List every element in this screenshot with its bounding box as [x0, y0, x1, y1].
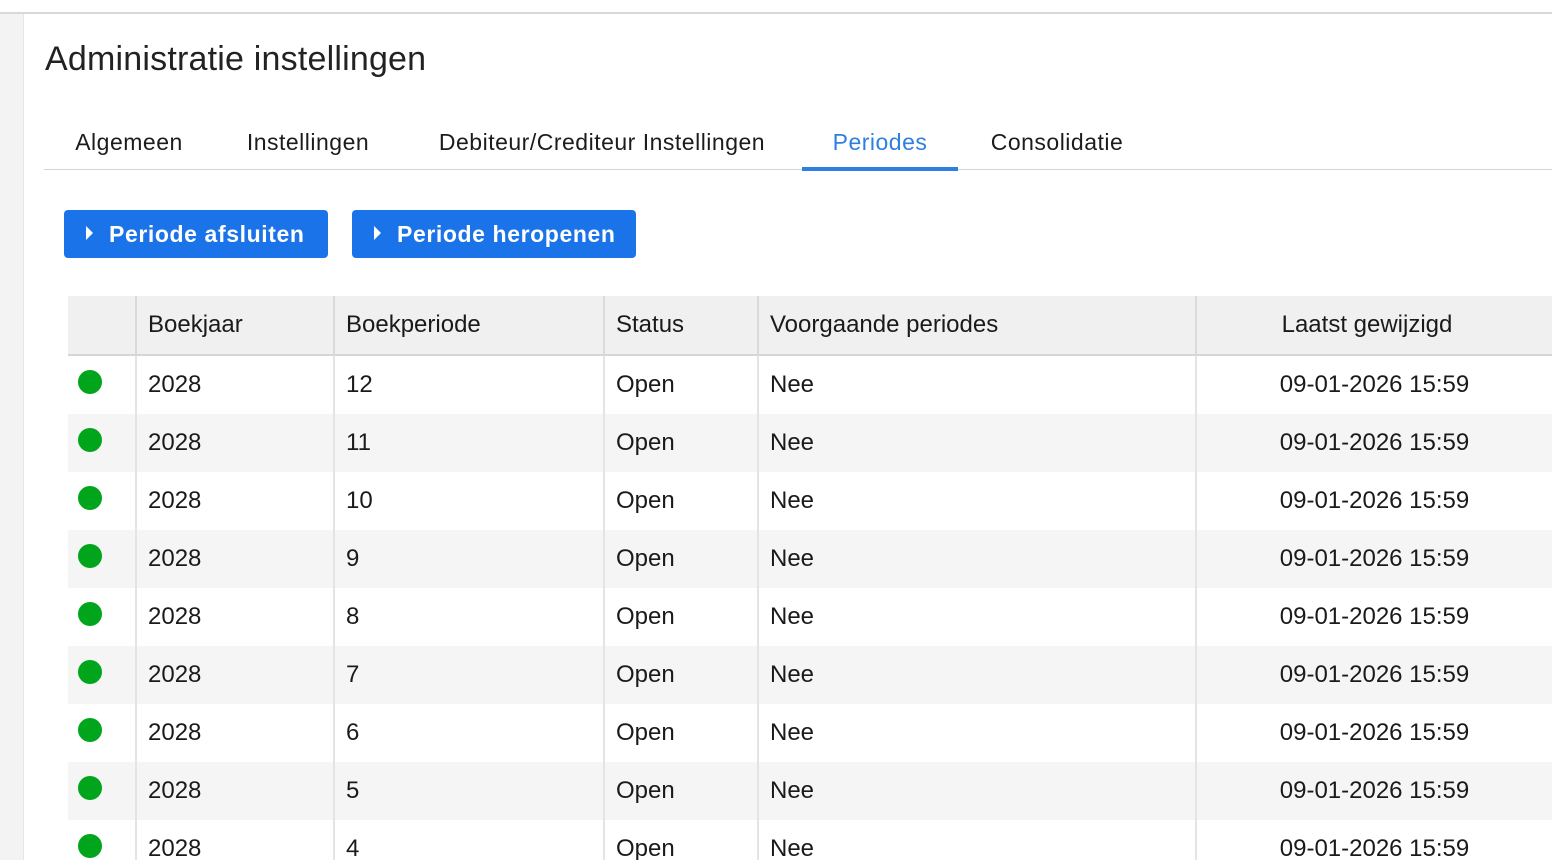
- status-open-dot-icon: [78, 428, 102, 452]
- cell-boekjaar: 2028: [137, 588, 335, 646]
- periods-table: Boekjaar Boekperiode Status Voorgaande p…: [68, 296, 1552, 860]
- cell-voorgaande-periodes: Nee: [759, 414, 1197, 472]
- cell-voorgaande-periodes: Nee: [759, 356, 1197, 414]
- status-indicator-cell: [68, 414, 137, 472]
- header-boekperiode[interactable]: Boekperiode: [335, 296, 605, 354]
- tab-consolidatie[interactable]: Consolidatie: [958, 116, 1156, 169]
- header-laatst-gewijzigd[interactable]: Laatst gewijzigd: [1197, 296, 1552, 354]
- cell-voorgaande-periodes: Nee: [759, 472, 1197, 530]
- status-indicator-cell: [68, 472, 137, 530]
- cell-boekjaar: 2028: [137, 704, 335, 762]
- cell-boekjaar: 2028: [137, 762, 335, 820]
- left-sidebar-strip: [0, 14, 24, 860]
- cell-status: Open: [605, 472, 759, 530]
- cell-boekperiode: 7: [335, 646, 605, 704]
- header-status[interactable]: Status: [605, 296, 759, 354]
- top-border: [0, 0, 1552, 14]
- cell-voorgaande-periodes: Nee: [759, 704, 1197, 762]
- cell-laatst-gewijzigd: 09-01-2026 15:59: [1279, 835, 1470, 860]
- table-row[interactable]: 2028 9 Open Nee 09-01-2026 15:59: [68, 530, 1552, 588]
- cell-boekperiode: 12: [335, 356, 605, 414]
- cell-boekjaar: 2028: [137, 472, 335, 530]
- status-indicator-cell: [68, 588, 137, 646]
- reopen-period-label: Periode heropenen: [397, 220, 616, 247]
- cell-laatst-gewijzigd: 09-01-2026 15:59: [1279, 371, 1470, 398]
- table-row[interactable]: 2028 12 Open Nee 09-01-2026 15:59: [68, 356, 1552, 414]
- cell-status: Open: [605, 588, 759, 646]
- cell-voorgaande-periodes: Nee: [759, 820, 1197, 860]
- header-voorgaande-periodes[interactable]: Voorgaande periodes: [759, 296, 1197, 354]
- tab-debiteur-crediteur-instellingen[interactable]: Debiteur/Crediteur Instellingen: [402, 116, 802, 169]
- cell-voorgaande-periodes: Nee: [759, 588, 1197, 646]
- status-open-dot-icon: [78, 544, 102, 568]
- status-indicator-cell: [68, 646, 137, 704]
- cell-boekjaar: 2028: [137, 356, 335, 414]
- cell-boekjaar: 2028: [137, 646, 335, 704]
- header-boekjaar[interactable]: Boekjaar: [137, 296, 335, 354]
- tab-periodes[interactable]: Periodes: [802, 116, 958, 171]
- cell-laatst-gewijzigd: 09-01-2026 15:59: [1279, 487, 1470, 514]
- cell-status: Open: [605, 356, 759, 414]
- cell-boekperiode: 6: [335, 704, 605, 762]
- table-row[interactable]: 2028 11 Open Nee 09-01-2026 15:59: [68, 414, 1552, 472]
- table-row[interactable]: 2028 7 Open Nee 09-01-2026 15:59: [68, 646, 1552, 704]
- cell-boekjaar: 2028: [137, 530, 335, 588]
- header-status-indicator: [68, 296, 137, 354]
- status-open-dot-icon: [78, 370, 102, 394]
- status-indicator-cell: [68, 820, 137, 860]
- tab-algemeen[interactable]: Algemeen: [44, 116, 214, 169]
- cell-status: Open: [605, 414, 759, 472]
- cell-boekjaar: 2028: [137, 820, 335, 860]
- cell-laatst-gewijzigd: 09-01-2026 15:59: [1279, 777, 1470, 804]
- status-open-dot-icon: [78, 776, 102, 800]
- status-indicator-cell: [68, 356, 137, 414]
- cell-boekperiode: 11: [335, 414, 605, 472]
- cell-voorgaande-periodes: Nee: [759, 530, 1197, 588]
- status-indicator-cell: [68, 704, 137, 762]
- status-open-dot-icon: [78, 718, 102, 742]
- close-period-label: Periode afsluiten: [109, 220, 305, 247]
- status-indicator-cell: [68, 530, 137, 588]
- status-indicator-cell: [68, 762, 137, 820]
- table-row[interactable]: 2028 5 Open Nee 09-01-2026 15:59: [68, 762, 1552, 820]
- status-open-dot-icon: [78, 834, 102, 858]
- close-period-button[interactable]: Periode afsluiten: [64, 210, 328, 258]
- cell-status: Open: [605, 704, 759, 762]
- cell-status: Open: [605, 762, 759, 820]
- table-row[interactable]: 2028 10 Open Nee 09-01-2026 15:59: [68, 472, 1552, 530]
- cell-status: Open: [605, 820, 759, 860]
- cell-boekjaar: 2028: [137, 414, 335, 472]
- table-row[interactable]: 2028 8 Open Nee 09-01-2026 15:59: [68, 588, 1552, 646]
- play-caret-icon: [86, 226, 93, 240]
- play-caret-icon: [374, 226, 381, 240]
- cell-status: Open: [605, 530, 759, 588]
- cell-boekperiode: 10: [335, 472, 605, 530]
- cell-boekperiode: 9: [335, 530, 605, 588]
- table-row[interactable]: 2028 4 Open Nee 09-01-2026 15:59: [68, 820, 1552, 860]
- cell-voorgaande-periodes: Nee: [759, 762, 1197, 820]
- table-header: Boekjaar Boekperiode Status Voorgaande p…: [68, 296, 1552, 356]
- status-open-dot-icon: [78, 602, 102, 626]
- page-title: Administratie instellingen: [45, 40, 427, 78]
- cell-boekperiode: 8: [335, 588, 605, 646]
- settings-tabs: Algemeen Instellingen Debiteur/Crediteur…: [44, 116, 1552, 171]
- cell-laatst-gewijzigd: 09-01-2026 15:59: [1279, 545, 1470, 572]
- cell-boekperiode: 5: [335, 762, 605, 820]
- cell-voorgaande-periodes: Nee: [759, 646, 1197, 704]
- tab-instellingen[interactable]: Instellingen: [214, 116, 402, 169]
- cell-laatst-gewijzigd: 09-01-2026 15:59: [1279, 603, 1470, 630]
- status-open-dot-icon: [78, 486, 102, 510]
- reopen-period-button[interactable]: Periode heropenen: [352, 210, 636, 258]
- cell-laatst-gewijzigd: 09-01-2026 15:59: [1279, 719, 1470, 746]
- cell-laatst-gewijzigd: 09-01-2026 15:59: [1279, 429, 1470, 456]
- table-row[interactable]: 2028 6 Open Nee 09-01-2026 15:59: [68, 704, 1552, 762]
- status-open-dot-icon: [78, 660, 102, 684]
- cell-status: Open: [605, 646, 759, 704]
- cell-laatst-gewijzigd: 09-01-2026 15:59: [1279, 661, 1470, 688]
- cell-boekperiode: 4: [335, 820, 605, 860]
- table-body: 2028 12 Open Nee 09-01-2026 15:59 2028 11 Open N…: [68, 356, 1552, 860]
